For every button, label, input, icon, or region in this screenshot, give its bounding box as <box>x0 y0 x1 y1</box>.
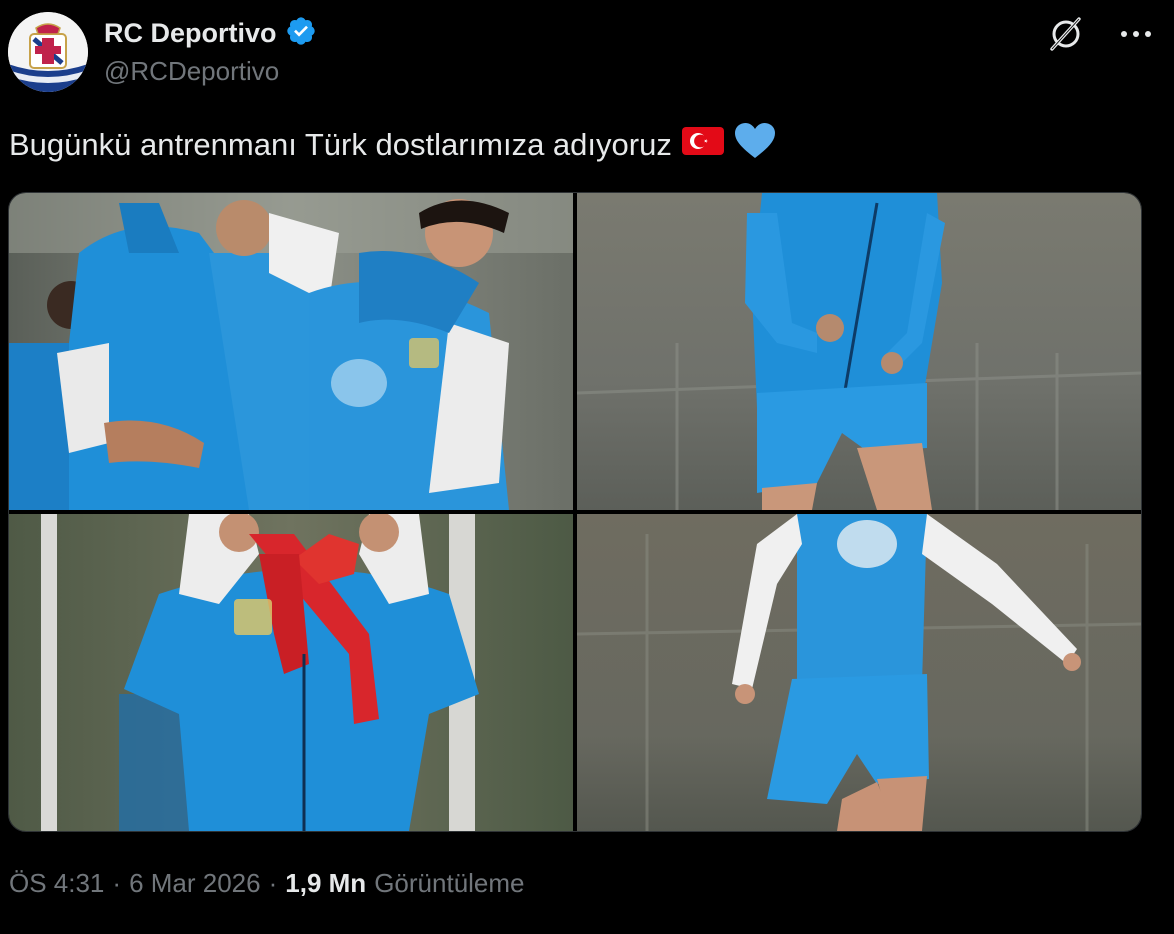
tweet-meta: ÖS 4:31 · 6 Mar 2026 · 1,9 Mn Görüntülem… <box>9 868 525 899</box>
author-handle[interactable]: @RCDeportivo <box>104 56 279 87</box>
tweet-text: Bugünkü antrenmanı Türk dostlarımıza adı… <box>9 127 672 162</box>
tweet-time[interactable]: ÖS 4:31 <box>9 868 104 899</box>
photo-player-stretching[interactable] <box>577 514 1141 831</box>
media-grid <box>8 192 1142 832</box>
meta-separator-2: · <box>268 868 278 898</box>
tweet-page: RC Deportivo @RCDeportivo Bugünkü antren… <box>0 0 1174 934</box>
turkish-flag-icon <box>681 126 724 164</box>
meta-separator: · <box>112 868 122 898</box>
photo-player-jogging[interactable] <box>577 193 1141 510</box>
photo-player-with-red-band[interactable] <box>9 514 573 831</box>
views-label: Görüntüleme <box>374 868 525 898</box>
views-count[interactable]: 1,9 Mn <box>285 868 366 899</box>
photo-players-hugging[interactable] <box>9 193 573 510</box>
more-icon[interactable] <box>1116 14 1156 54</box>
verified-badge-icon <box>285 15 317 52</box>
blue-heart-icon <box>734 122 776 168</box>
grok-icon[interactable] <box>1046 14 1086 54</box>
display-name[interactable]: RC Deportivo <box>104 18 277 49</box>
top-actions <box>1046 14 1156 54</box>
avatar[interactable] <box>8 12 88 92</box>
tweet-text-row: Bugünkü antrenmanı Türk dostlarımıza adı… <box>9 122 776 168</box>
display-name-row: RC Deportivo <box>104 14 317 52</box>
tweet-date[interactable]: 6 Mar 2026 <box>129 868 261 899</box>
